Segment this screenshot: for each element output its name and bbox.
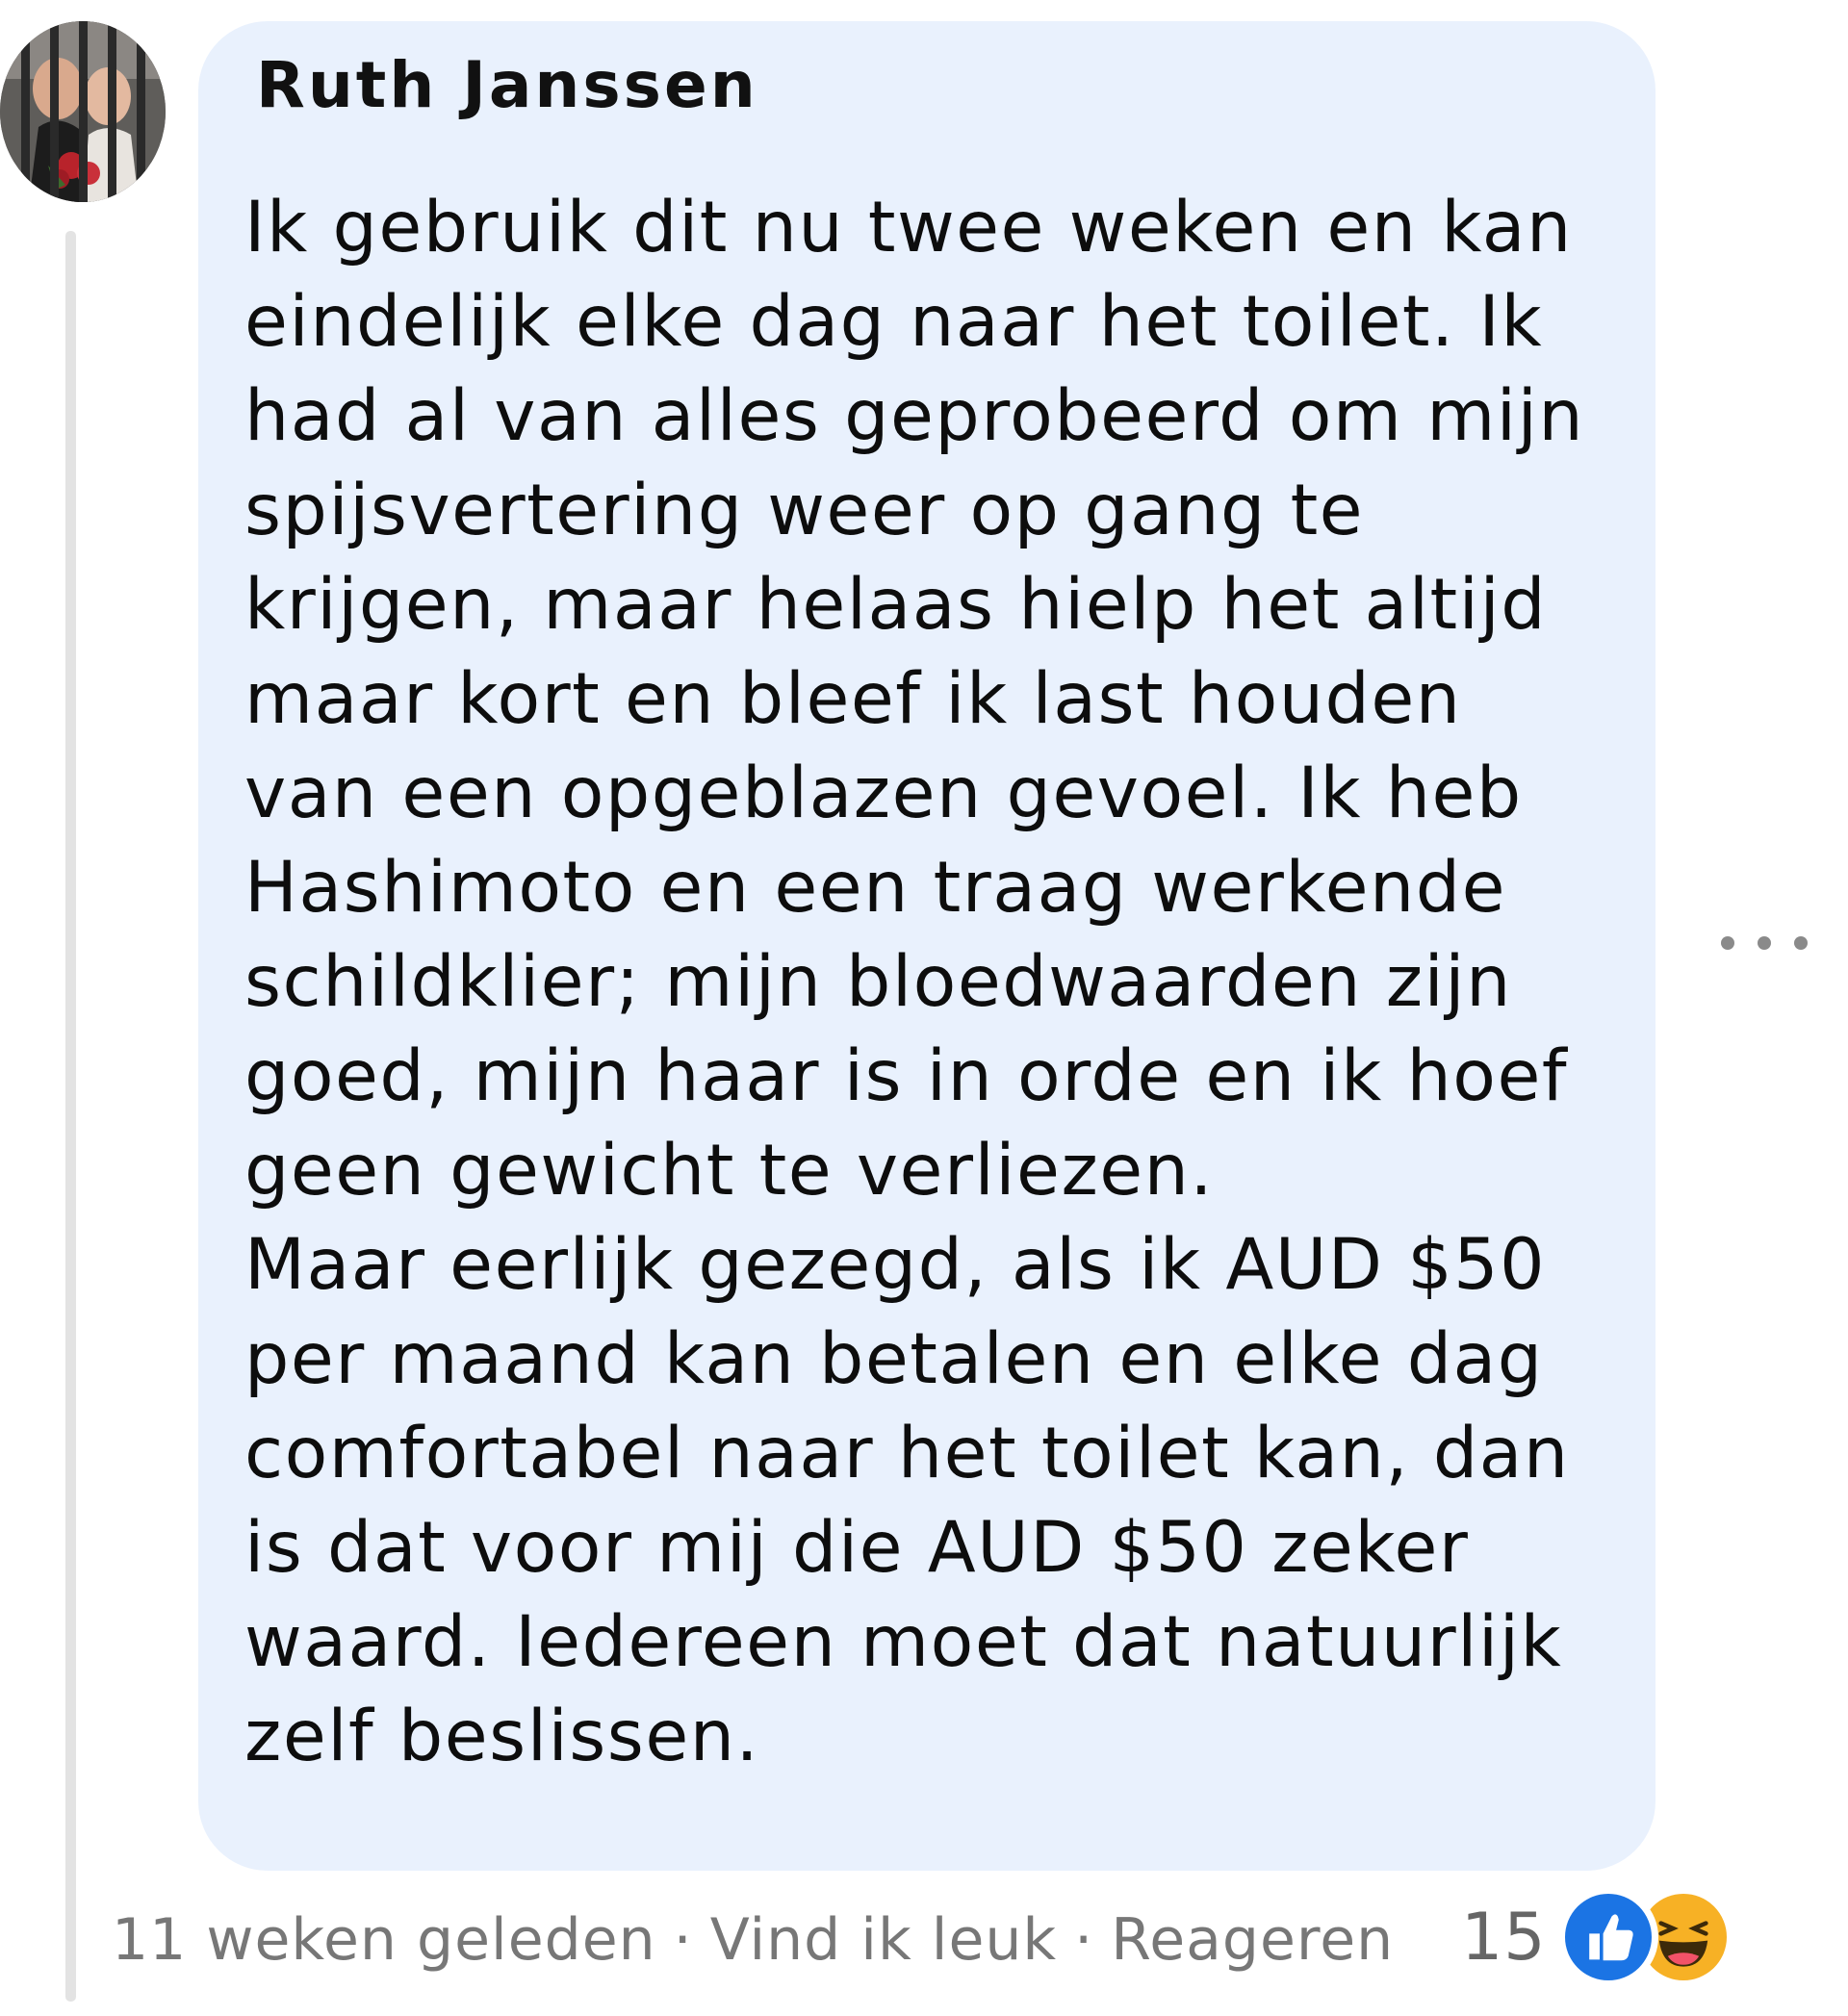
comment-bubble: Ruth Janssen Ik gebruik dit nu twee weke… bbox=[198, 21, 1656, 1871]
comment-text: Ik gebruik dit nu twee weken en kan eind… bbox=[244, 181, 1640, 1784]
comment-text-line: spijsvertering weer op gang te bbox=[244, 470, 1365, 551]
separator: · bbox=[673, 1906, 693, 1974]
more-options-dot bbox=[1794, 936, 1808, 950]
comment-text-line: goed, mijn haar is in orde en ik hoef bbox=[244, 1035, 1569, 1117]
comment-text-line: Ik gebruik dit nu twee weken en kan bbox=[244, 187, 1573, 268]
more-options-dot bbox=[1758, 936, 1771, 950]
comment-text-line: comfortabel naar het toilet kan, dan bbox=[244, 1413, 1570, 1494]
comment-text-line: Hashimoto en een traag werkende bbox=[244, 847, 1507, 929]
comment-timestamp[interactable]: 11 weken geleden bbox=[112, 1906, 656, 1974]
separator: · bbox=[1074, 1906, 1094, 1974]
comment-text-line: maar kort en bleef ik last houden bbox=[244, 658, 1462, 740]
comment-text-line: is dat voor mij die AUD $50 zeker bbox=[244, 1507, 1470, 1589]
reaction-count: 15 bbox=[1461, 1899, 1547, 1976]
comment-text-line: zelf beslissen. bbox=[244, 1696, 760, 1777]
comment-text-line: Maar eerlijk gezegd, als ik AUD $50 bbox=[244, 1224, 1547, 1306]
comment-text-line: schildklier; mijn bloedwaarden zijn bbox=[244, 941, 1512, 1023]
more-options-dot bbox=[1721, 936, 1734, 950]
author-avatar[interactable] bbox=[0, 21, 166, 202]
comment-text-line: eindelijk elke dag naar het toilet. Ik bbox=[244, 281, 1544, 363]
comment-text-line: had al van alles geprobeerd om mijn bbox=[244, 375, 1585, 457]
comment-text-line: per maand kan betalen en elke dag bbox=[244, 1318, 1544, 1400]
reactions-summary[interactable]: 15 bbox=[1461, 1884, 1733, 1990]
comment-text-line: geen gewicht te verliezen. bbox=[244, 1130, 1215, 1212]
comment-text-line: waard. Iedereen moet dat natuurlijk bbox=[244, 1601, 1563, 1683]
like-icon bbox=[1557, 1887, 1658, 1987]
more-options-icon[interactable] bbox=[1721, 924, 1808, 962]
reply-button[interactable]: Reageren bbox=[1111, 1906, 1394, 1974]
thread-line bbox=[65, 231, 76, 2002]
comment-footer: 11 weken geleden · Vind ik leuk · Reager… bbox=[112, 1901, 1394, 1978]
author-name[interactable]: Ruth Janssen bbox=[256, 48, 758, 122]
comment-text-line: van een opgeblazen gevoel. Ik heb bbox=[244, 753, 1523, 834]
like-button[interactable]: Vind ik leuk bbox=[710, 1906, 1057, 1974]
comment-text-line: krijgen, maar helaas hielp het altijd bbox=[244, 564, 1548, 646]
